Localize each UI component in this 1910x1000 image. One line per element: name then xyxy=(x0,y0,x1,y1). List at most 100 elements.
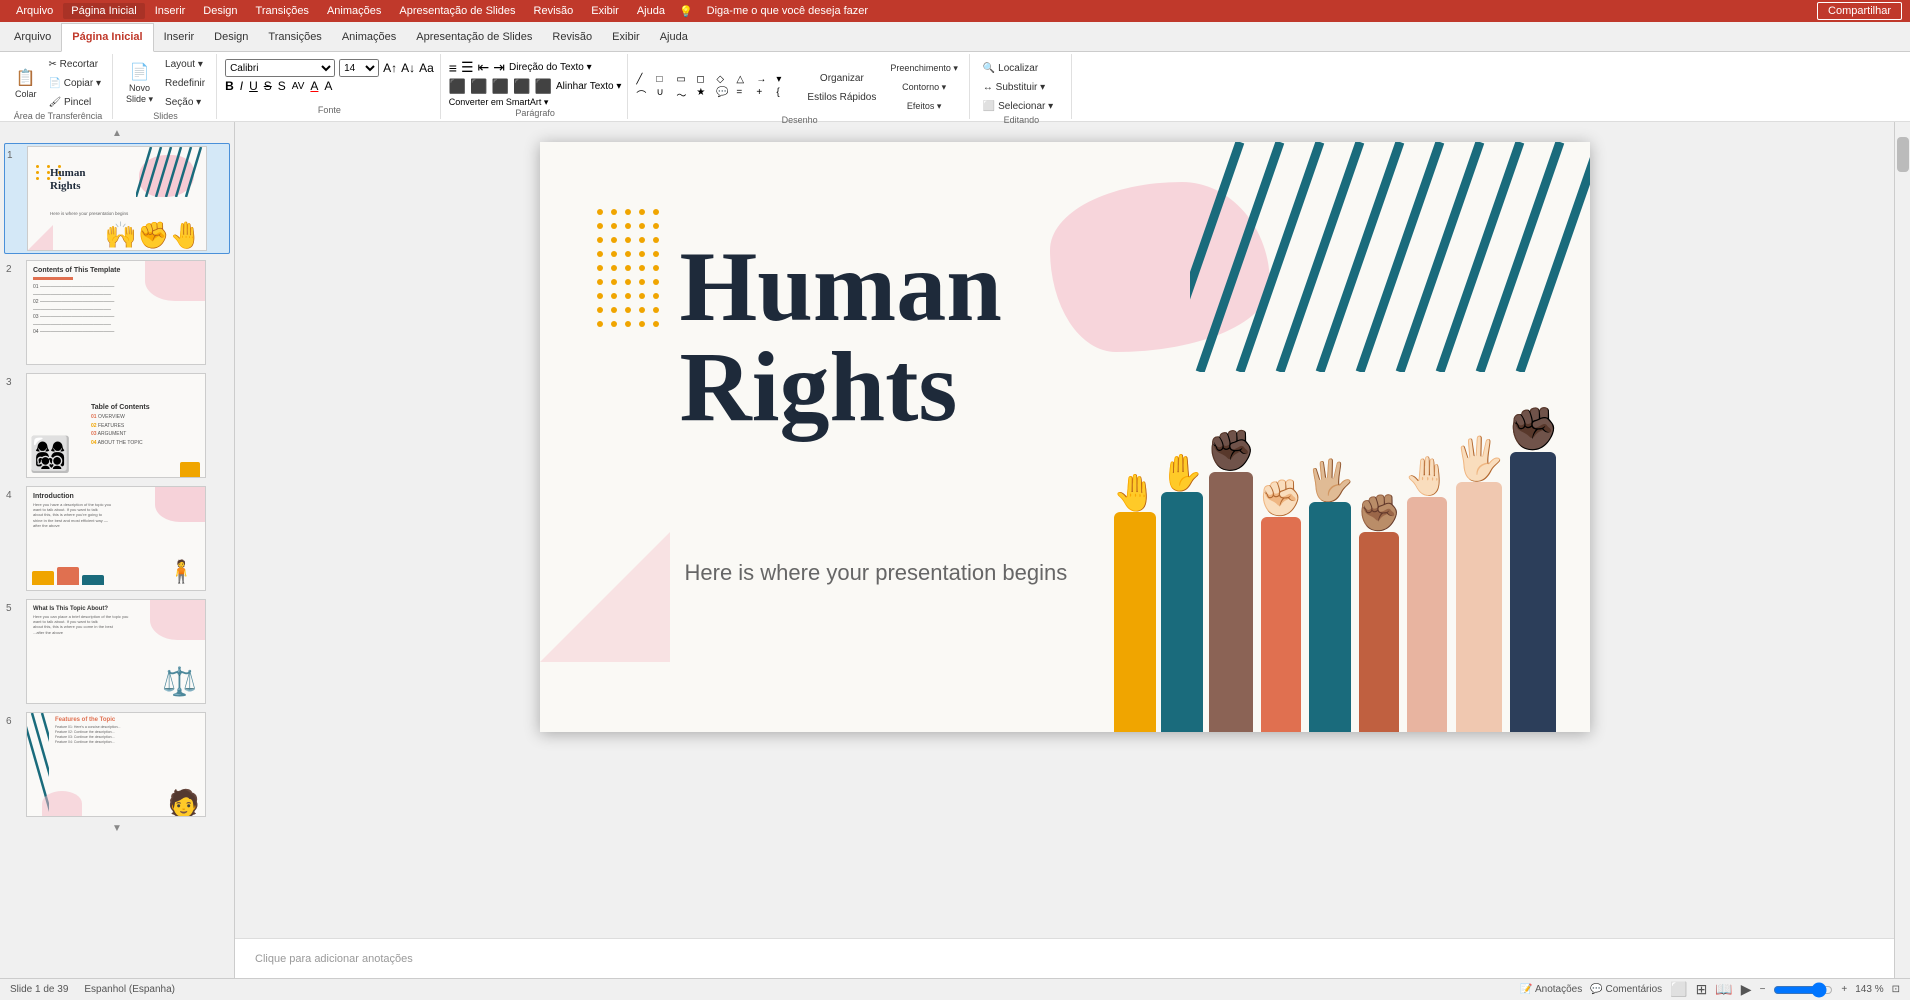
align-justify[interactable]: ⬛ xyxy=(513,78,530,95)
menu-search[interactable]: Diga-me o que você deseja fazer xyxy=(699,3,876,19)
tab-design[interactable]: Design xyxy=(204,22,258,51)
arrange-button[interactable]: Organizar xyxy=(802,70,881,87)
tab-pagina-inicial[interactable]: Página Inicial xyxy=(61,23,153,52)
slide-thumb-2[interactable]: 2 Contents of This Template 01 ─────────… xyxy=(4,258,230,367)
section-button[interactable]: Seção ▾ xyxy=(160,94,210,111)
shape-curve[interactable]: ⌒ xyxy=(636,87,654,102)
shape-round[interactable]: ◻ xyxy=(696,74,714,85)
tab-revisao[interactable]: Revisão xyxy=(542,22,602,51)
shape-eq[interactable]: = xyxy=(736,87,754,102)
copy-button[interactable]: 📄 Copiar ▾ xyxy=(44,75,107,92)
zoom-out-button[interactable]: − xyxy=(1760,984,1766,995)
menu-design[interactable]: Design xyxy=(195,3,245,19)
zoom-in-button[interactable]: + xyxy=(1841,984,1847,995)
tab-ajuda[interactable]: Ajuda xyxy=(650,22,698,51)
convert-smartart[interactable]: Converter em SmartArt ▾ xyxy=(449,97,622,108)
slide-thumb-3[interactable]: 3 👩‍👩‍👧‍👦 Table of Contents 01 OVERVIEW … xyxy=(4,371,230,480)
tab-apresentacao[interactable]: Apresentação de Slides xyxy=(406,22,542,51)
shape-tri[interactable]: △ xyxy=(736,74,754,85)
scroll-up[interactable]: ▲ xyxy=(4,128,230,139)
menu-animacoes[interactable]: Animações xyxy=(319,3,389,19)
main-title-block[interactable]: Human Rights xyxy=(680,237,1002,437)
font-family-select[interactable]: Calibri xyxy=(225,59,335,77)
slide-thumb-5[interactable]: 5 What Is This Topic About? Here you can… xyxy=(4,597,230,706)
right-scrollbar[interactable] xyxy=(1894,122,1910,978)
scroll-thumb[interactable] xyxy=(1897,137,1909,172)
find-button[interactable]: 🔍 Localizar xyxy=(978,60,1058,77)
shape-wave[interactable]: 〜 xyxy=(676,87,694,102)
shape-more[interactable]: ▾ xyxy=(776,74,794,85)
slide-thumb-6[interactable]: 6 Features of the Topic Featur xyxy=(4,710,230,819)
slide-thumb-4[interactable]: 4 Introduction Here you have a descripti… xyxy=(4,484,230,593)
menu-pagina-inicial[interactable]: Página Inicial xyxy=(63,3,144,19)
font-highlight[interactable]: A xyxy=(324,79,332,93)
text-direction[interactable]: Direção do Texto ▾ xyxy=(509,62,592,73)
menu-apresentacao[interactable]: Apresentação de Slides xyxy=(391,3,523,19)
menu-revisao[interactable]: Revisão xyxy=(526,3,582,19)
main-subtitle[interactable]: Here is where your presentation begins xyxy=(685,560,1068,586)
underline-button[interactable]: U xyxy=(249,79,258,93)
menu-arquivo[interactable]: Arquivo xyxy=(8,3,61,19)
shape-callout[interactable]: 💬 xyxy=(716,87,734,102)
tab-inserir[interactable]: Inserir xyxy=(154,22,205,51)
font-size-down[interactable]: A↓ xyxy=(401,61,415,75)
new-slide-button[interactable]: 📄 Novo Slide ▾ xyxy=(121,59,158,108)
menu-inserir[interactable]: Inserir xyxy=(147,3,194,19)
shape-brace[interactable]: { xyxy=(776,87,794,102)
char-spacing[interactable]: AV xyxy=(292,81,305,92)
tab-arquivo[interactable]: Arquivo xyxy=(4,22,61,51)
reset-button[interactable]: Redefinir xyxy=(160,75,210,92)
tab-exibir[interactable]: Exibir xyxy=(602,22,650,51)
shape-line[interactable]: ╱ xyxy=(636,74,654,85)
font-color-A[interactable]: A xyxy=(310,79,318,93)
menu-transicoes[interactable]: Transições xyxy=(248,3,317,19)
shape-rect[interactable]: □ xyxy=(656,74,674,85)
strikethrough-button[interactable]: S xyxy=(264,79,272,93)
effects-button[interactable]: Efeitos ▾ xyxy=(885,98,963,115)
view-reading[interactable]: 📖 xyxy=(1715,981,1732,998)
menu-ajuda[interactable]: Ajuda xyxy=(629,3,673,19)
share-button[interactable]: Compartilhar xyxy=(1817,2,1902,20)
view-presenter[interactable]: ▶ xyxy=(1741,981,1752,998)
decrease-indent[interactable]: ⇤ xyxy=(478,59,490,76)
notes-toggle[interactable]: 📝 Anotações xyxy=(1520,984,1582,995)
notes-area[interactable]: Clique para adicionar anotações xyxy=(235,938,1894,978)
fit-button[interactable]: ⊡ xyxy=(1892,984,1900,995)
shape-arrow[interactable]: → xyxy=(756,74,774,85)
list-bullets[interactable]: ≡ xyxy=(449,60,457,76)
tab-transicoes[interactable]: Transições xyxy=(258,22,331,51)
align-right[interactable]: ⬛ xyxy=(492,78,509,95)
slide-canvas[interactable]: .yd{fill:#f0a500;} Hu xyxy=(540,142,1590,732)
scroll-down[interactable]: ▼ xyxy=(4,823,230,834)
align-center[interactable]: ⬛ xyxy=(470,78,487,95)
shape-star[interactable]: ★ xyxy=(696,87,714,102)
cut-button[interactable]: ✂ Recortar xyxy=(44,56,107,73)
quick-styles[interactable]: Estilos Rápidos xyxy=(802,89,881,106)
italic-button[interactable]: I xyxy=(240,79,243,93)
view-slide-sorter[interactable]: ⊞ xyxy=(1696,981,1708,998)
clear-format[interactable]: Aa xyxy=(419,61,434,75)
list-numbers[interactable]: ☰ xyxy=(461,59,474,76)
align-text[interactable]: Alinhar Texto ▾ xyxy=(556,81,621,92)
shape-diamond[interactable]: ◇ xyxy=(716,74,734,85)
bold-button[interactable]: B xyxy=(225,79,234,93)
zoom-slider[interactable] xyxy=(1773,982,1833,998)
menu-exibir[interactable]: Exibir xyxy=(583,3,627,19)
layout-button[interactable]: Layout ▾ xyxy=(160,56,210,73)
slide-thumb-1[interactable]: 1 HumanRights xyxy=(4,143,230,254)
align-left[interactable]: ⬛ xyxy=(449,78,466,95)
paste-button[interactable]: 📋 Colar xyxy=(10,65,42,102)
increase-indent[interactable]: ⇥ xyxy=(493,59,505,76)
font-size-select[interactable]: 14 xyxy=(339,59,379,77)
comments-toggle[interactable]: 💬 Comentários xyxy=(1590,984,1662,995)
fill-button[interactable]: Preenchimento ▾ xyxy=(885,60,963,77)
view-normal[interactable]: ⬜ xyxy=(1670,981,1687,998)
columns[interactable]: ⬛ xyxy=(535,78,552,95)
shape-arc[interactable]: ∪ xyxy=(656,87,674,102)
select-button[interactable]: ⬜ Selecionar ▾ xyxy=(978,98,1058,115)
shape-rect2[interactable]: ▭ xyxy=(676,74,694,85)
replace-button[interactable]: ↔ Substituir ▾ xyxy=(978,79,1058,96)
format-painter-button[interactable]: 🖌 Pincel xyxy=(44,94,107,111)
shadow-button[interactable]: S xyxy=(278,79,286,93)
font-size-up[interactable]: A↑ xyxy=(383,61,397,75)
